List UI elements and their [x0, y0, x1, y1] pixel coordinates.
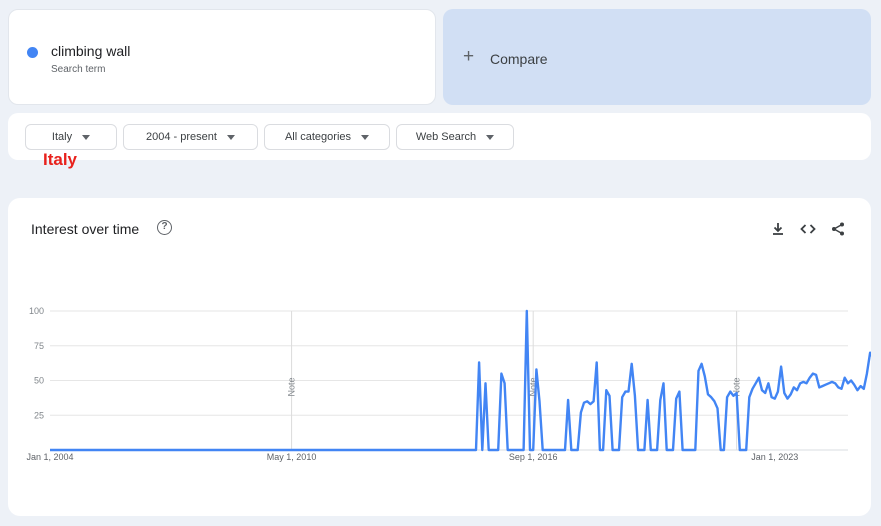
- category-dropdown[interactable]: All categories: [264, 124, 390, 150]
- search-term-sublabel: Search term: [51, 64, 106, 75]
- region-annotation: Italy: [43, 150, 78, 169]
- caret-down-icon: [226, 134, 235, 140]
- x-tick-label: May 1, 2010: [267, 452, 317, 462]
- search-property-dropdown[interactable]: Web Search: [396, 124, 514, 150]
- filter-bar: Italy 2004 - present All categories Web …: [8, 113, 871, 160]
- x-tick-label: Sep 1, 2016: [509, 452, 558, 462]
- series-color-dot: [27, 47, 38, 58]
- plus-icon: +: [463, 46, 475, 67]
- interest-over-time-card: Interest over time ? 25 50 75 100 Jan 1, 200…: [8, 198, 871, 516]
- compare-label: Compare: [490, 51, 548, 67]
- search-term-card[interactable]: climbing wall Search term: [8, 9, 436, 105]
- search-term-name[interactable]: climbing wall: [51, 43, 130, 59]
- y-tick-label: 50: [34, 376, 44, 386]
- x-tick-label: Jan 1, 2023: [751, 452, 798, 462]
- y-tick-label: 25: [34, 410, 44, 420]
- note-label: Note: [287, 377, 297, 396]
- interest-chart: 25 50 75 100 Jan 1, 2004 May 1, 2010 Sep 1, 20…: [26, 306, 871, 462]
- caret-down-icon: [361, 134, 370, 140]
- caret-down-icon: [486, 134, 495, 140]
- geo-dropdown[interactable]: Italy: [25, 124, 117, 150]
- time-range-label: 2004 - present: [146, 131, 217, 143]
- x-tick-label: Jan 1, 2004: [26, 452, 73, 462]
- category-label: All categories: [284, 131, 352, 143]
- y-tick-label: 75: [34, 341, 44, 351]
- geo-dropdown-label: Italy: [51, 131, 73, 143]
- caret-down-icon: [82, 134, 91, 140]
- search-property-label: Web Search: [415, 131, 477, 143]
- time-range-dropdown[interactable]: 2004 - present: [123, 124, 258, 150]
- y-tick-label: 100: [29, 306, 44, 316]
- compare-button[interactable]: + Compare: [443, 9, 871, 105]
